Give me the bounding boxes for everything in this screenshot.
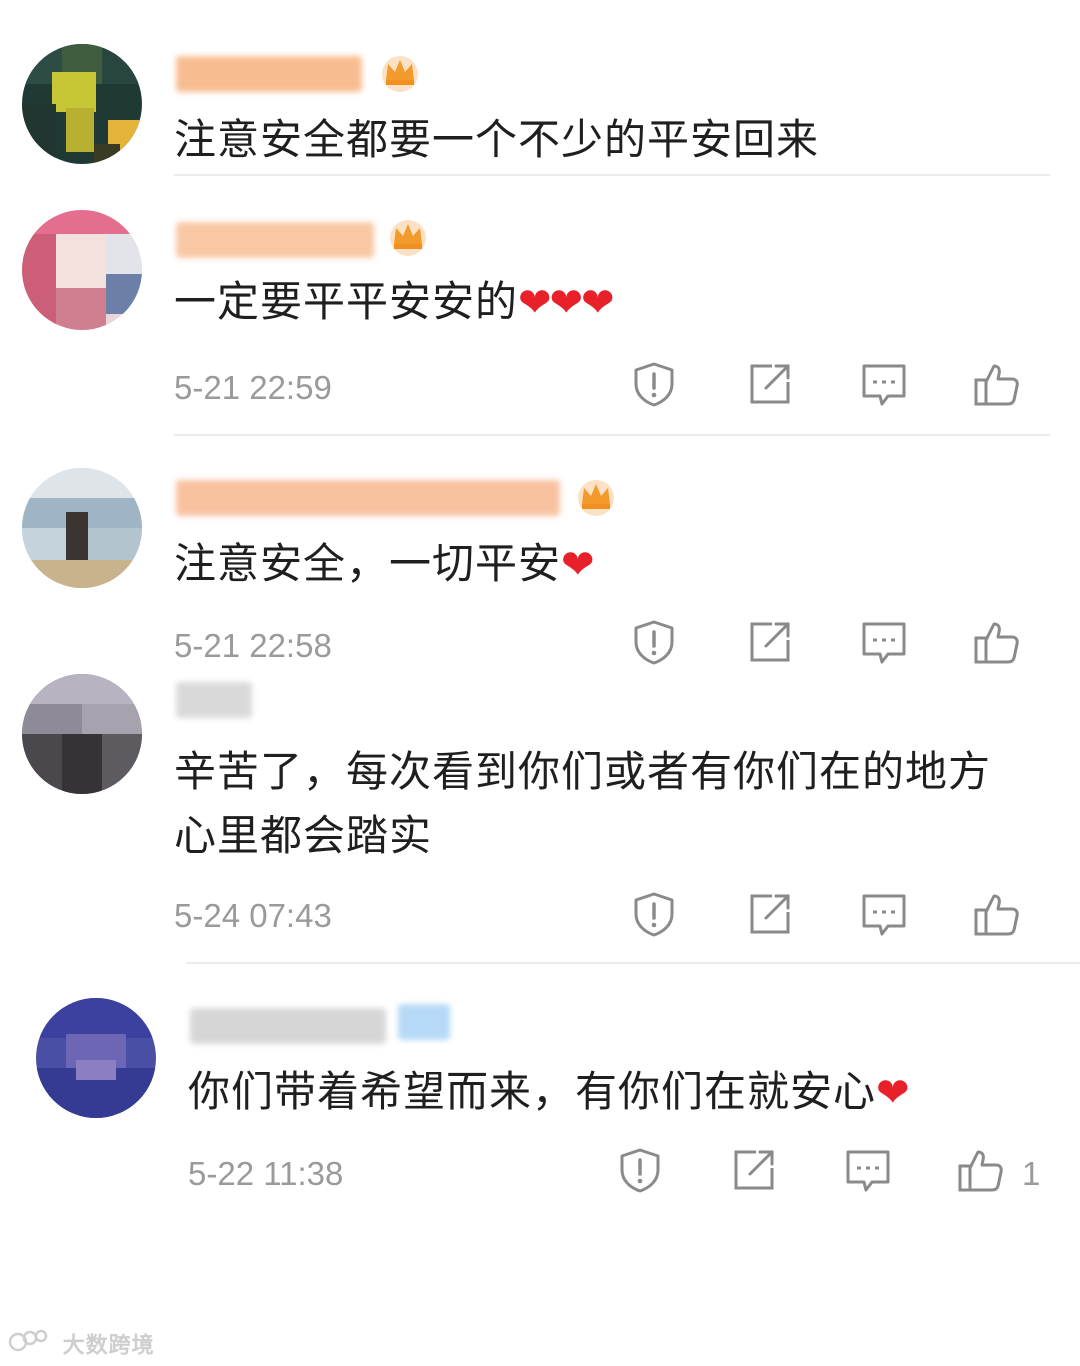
comment-bubble-icon	[862, 364, 906, 406]
comment-item: 注意安全都要一个不少的平安回来	[0, 0, 1080, 176]
share-button[interactable]	[746, 618, 794, 666]
username-blurred[interactable]	[176, 682, 252, 718]
share-button[interactable]	[746, 360, 794, 408]
shield-exclamation-icon	[634, 620, 674, 665]
comment-text: 注意安全都要一个不少的平安回来	[174, 115, 820, 164]
timestamp: 5-21 22:59	[174, 369, 332, 406]
avatar[interactable]	[36, 998, 156, 1118]
watermark: 大数跨境	[8, 1328, 155, 1362]
comment-text: 一定要平平安安的❤❤❤	[174, 277, 615, 326]
reply-button[interactable]	[860, 618, 908, 666]
username-blurred[interactable]	[176, 480, 560, 516]
share-square-icon	[750, 364, 790, 404]
comment-text: 注意安全，一切平安❤	[174, 539, 595, 588]
avatar[interactable]	[22, 468, 142, 588]
like-count: 1	[1022, 1155, 1041, 1192]
like-button[interactable]	[972, 890, 1020, 938]
username-blurred[interactable]	[176, 222, 374, 258]
heart-emoji: ❤	[876, 1070, 909, 1116]
watermark-text: 大数跨境	[62, 1333, 155, 1359]
avatar[interactable]	[22, 210, 142, 330]
reply-button[interactable]	[844, 1146, 892, 1194]
share-button[interactable]	[730, 1146, 778, 1194]
username-blurred[interactable]	[190, 1008, 386, 1044]
timestamp: 5-21 22:58	[174, 627, 332, 664]
shield-exclamation-icon	[634, 892, 674, 937]
comment-text: 辛苦了，每次看到你们或者有你们在的地方 心里都会踏实	[174, 747, 992, 860]
share-square-icon	[750, 622, 790, 662]
comment-item: 辛苦了，每次看到你们或者有你们在的地方 心里都会踏实 5-24 07:43	[0, 666, 1080, 964]
report-button[interactable]	[616, 1146, 664, 1194]
like-button[interactable]	[972, 360, 1020, 408]
reply-button[interactable]	[860, 360, 908, 408]
crown-icon	[378, 50, 422, 94]
watermark-logo-icon	[8, 1328, 50, 1365]
thumbs-up-icon	[958, 1150, 1003, 1192]
badge-blurred	[398, 1004, 450, 1040]
share-square-icon	[734, 1150, 774, 1190]
thumbs-up-icon	[974, 894, 1019, 936]
shield-exclamation-icon	[620, 1148, 660, 1193]
like-button[interactable]	[972, 618, 1020, 666]
crown-icon	[386, 214, 430, 258]
share-square-icon	[750, 894, 790, 934]
heart-emoji: ❤	[561, 542, 594, 588]
timestamp: 5-22 11:38	[188, 1155, 344, 1192]
comment-bubble-icon	[846, 1150, 890, 1192]
crown-icon	[574, 474, 618, 518]
comment-bubble-icon	[862, 622, 906, 664]
comment-text: 你们带着希望而来，有你们在就安心❤	[188, 1067, 910, 1116]
like-button[interactable]	[956, 1146, 1004, 1194]
heart-emoji: ❤❤❤	[518, 280, 615, 326]
share-button[interactable]	[746, 890, 794, 938]
username-blurred[interactable]	[176, 56, 362, 92]
report-button[interactable]	[630, 618, 678, 666]
shield-exclamation-icon	[634, 362, 674, 407]
avatar[interactable]	[22, 674, 142, 794]
comment-item: 你们带着希望而来，有你们在就安心❤ 5-22 11:38 1	[0, 964, 1080, 1214]
avatar[interactable]	[22, 44, 142, 164]
comment-item: 注意安全，一切平安❤ 5-21 22:58	[0, 436, 1080, 666]
thumbs-up-icon	[974, 364, 1019, 406]
report-button[interactable]	[630, 360, 678, 408]
report-button[interactable]	[630, 890, 678, 938]
comment-bubble-icon	[862, 894, 906, 936]
comment-item: 一定要平平安安的❤❤❤ 5-21 22:59	[0, 176, 1080, 436]
thumbs-up-icon	[974, 622, 1019, 664]
reply-button[interactable]	[860, 890, 908, 938]
timestamp: 5-24 07:43	[174, 897, 332, 934]
